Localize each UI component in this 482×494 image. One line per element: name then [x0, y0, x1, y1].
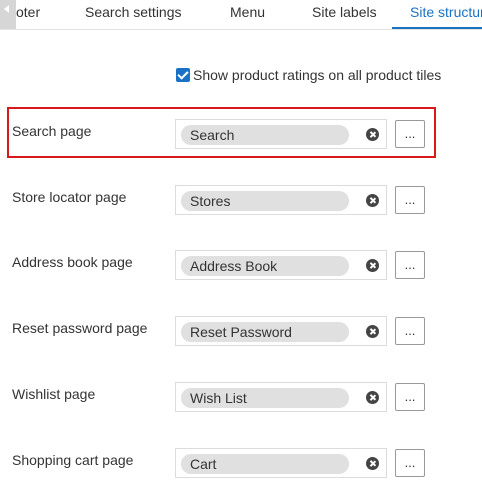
selected-page-chip: Stores	[181, 191, 349, 211]
selected-page-value: Cart	[190, 456, 217, 472]
field-label: Wishlist page	[12, 386, 96, 402]
selected-page-value: Reset Password	[190, 324, 292, 340]
field-wishlist-page: Wishlist page Wish List ...	[0, 382, 482, 412]
clear-icon[interactable]	[366, 391, 379, 404]
search-page-picker[interactable]: Search	[175, 119, 387, 149]
tab-footer[interactable]: oter	[16, 0, 42, 29]
wishlist-page-picker[interactable]: Wish List	[175, 382, 387, 412]
browse-button[interactable]: ...	[395, 186, 425, 214]
field-search-page: Search page Search ...	[0, 119, 482, 149]
field-label: Shopping cart page	[12, 452, 134, 468]
clear-icon[interactable]	[366, 325, 379, 338]
tab-site-labels[interactable]: Site labels	[312, 0, 377, 29]
browse-button[interactable]: ...	[395, 251, 425, 279]
field-label: Store locator page	[12, 189, 127, 205]
selected-page-chip: Reset Password	[181, 322, 349, 342]
clear-icon[interactable]	[366, 259, 379, 272]
selected-page-value: Wish List	[190, 390, 247, 406]
tab-site-structure[interactable]: Site structure	[392, 0, 482, 29]
field-label: Search page	[12, 123, 92, 139]
field-label: Address book page	[12, 254, 133, 270]
store-locator-page-picker[interactable]: Stores	[175, 185, 387, 215]
selected-page-value: Stores	[190, 193, 231, 209]
field-address-book-page: Address book page Address Book ...	[0, 250, 482, 280]
selected-page-value: Address Book	[190, 258, 278, 274]
tab-search-settings[interactable]: Search settings	[85, 0, 182, 29]
browse-button[interactable]: ...	[395, 449, 425, 477]
site-structure-panel: oter Search settings Menu Site labels Si…	[0, 0, 482, 494]
field-label: Reset password page	[12, 320, 148, 336]
field-shopping-cart-page: Shopping cart page Cart ...	[0, 448, 482, 478]
clear-icon[interactable]	[366, 457, 379, 470]
field-store-locator-page: Store locator page Stores ...	[0, 185, 482, 215]
show-ratings-checkbox[interactable]	[176, 68, 190, 82]
selected-page-chip: Cart	[181, 454, 349, 474]
clear-icon[interactable]	[366, 194, 379, 207]
selected-page-chip: Address Book	[181, 256, 349, 276]
show-ratings-label: Show product ratings on all product tile…	[193, 67, 442, 83]
tab-scroll-left-button[interactable]	[0, 0, 16, 29]
clear-icon[interactable]	[366, 128, 379, 141]
shopping-cart-page-picker[interactable]: Cart	[175, 448, 387, 478]
selected-page-value: Search	[190, 127, 235, 143]
chevron-left-icon	[4, 5, 9, 13]
browse-button[interactable]: ...	[395, 317, 425, 345]
address-book-page-picker[interactable]: Address Book	[175, 250, 387, 280]
browse-button[interactable]: ...	[395, 383, 425, 411]
selected-page-chip: Search	[181, 125, 349, 145]
show-ratings-option: Show product ratings on all product tile…	[176, 67, 441, 83]
browse-button[interactable]: ...	[395, 120, 425, 148]
reset-password-page-picker[interactable]: Reset Password	[175, 316, 387, 346]
tab-menu[interactable]: Menu	[230, 0, 265, 29]
field-reset-password-page: Reset password page Reset Password ...	[0, 316, 482, 346]
tab-bar: oter Search settings Menu Site labels Si…	[0, 0, 482, 30]
selected-page-chip: Wish List	[181, 388, 349, 408]
